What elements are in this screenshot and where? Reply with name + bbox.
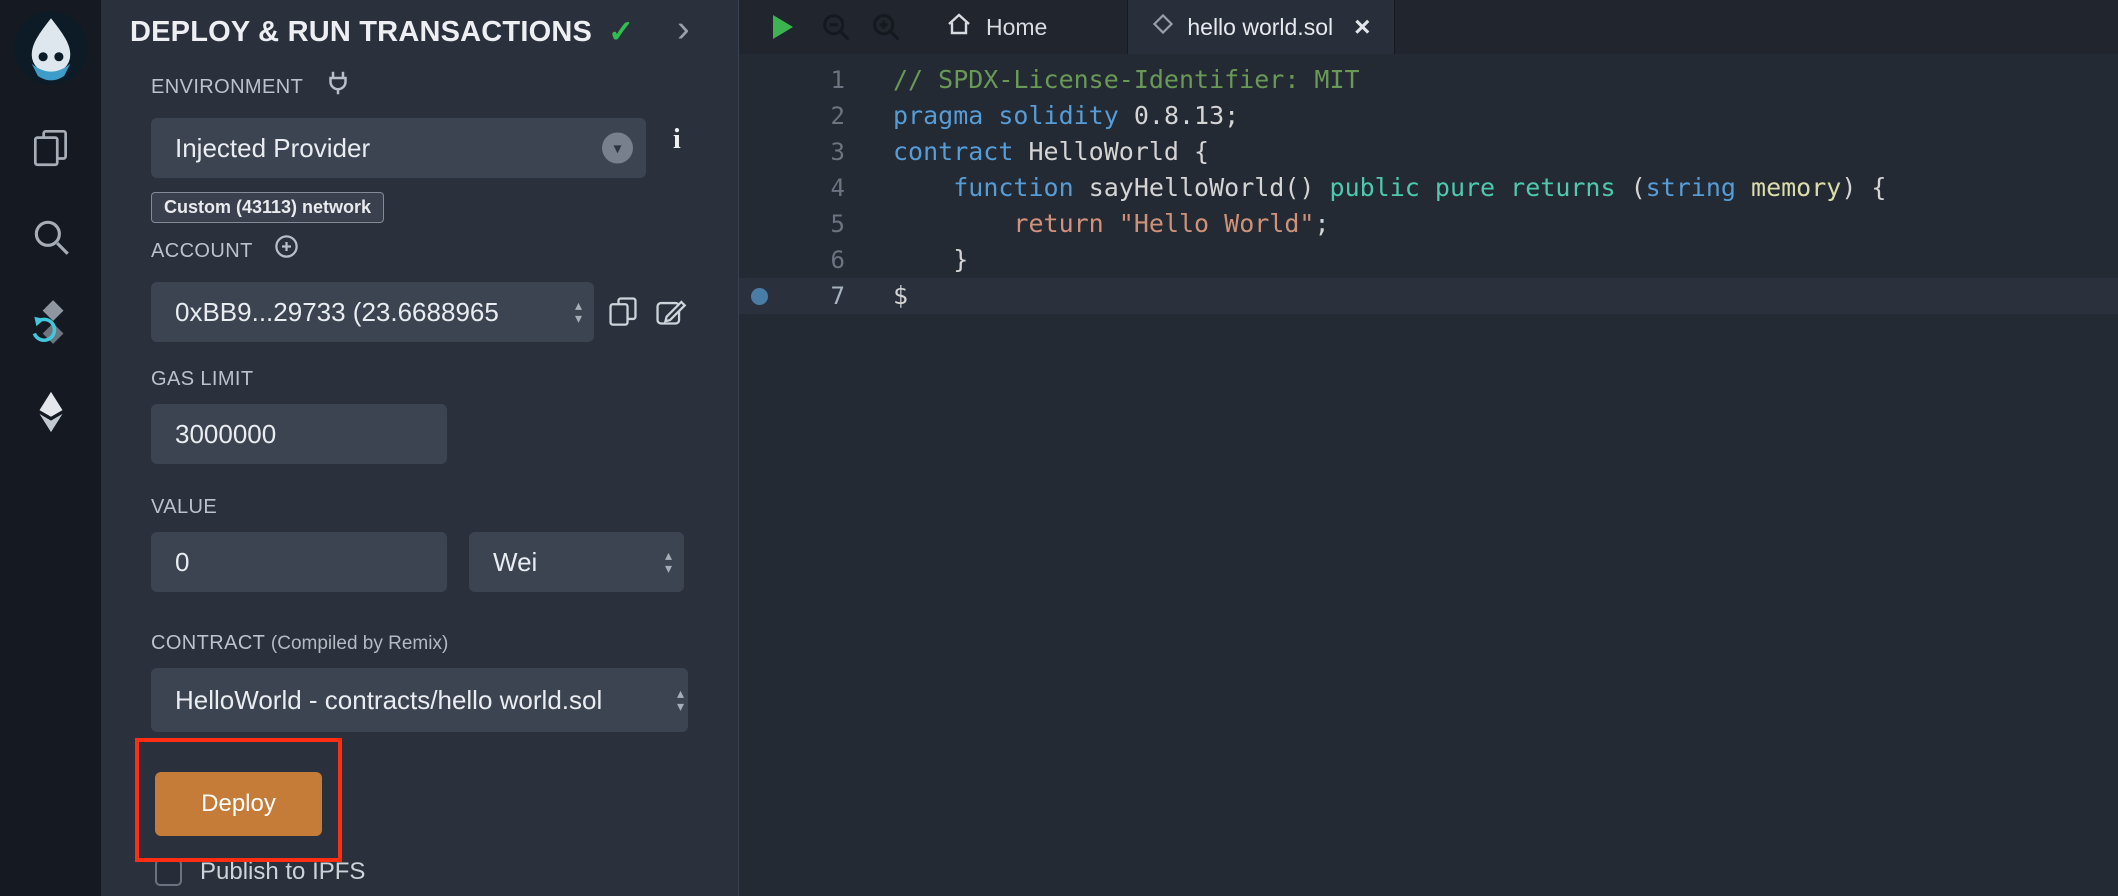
publish-ipfs-label: Publish to IPFS [200,858,365,886]
copy-account-icon[interactable] [606,294,640,333]
zoom-in-icon[interactable] [869,10,903,44]
remix-logo [9,6,93,90]
code-line[interactable]: 6 } [739,242,2118,278]
line-number: 2 [779,98,845,134]
deploy-button[interactable]: Deploy [155,772,322,836]
contract-value: HelloWorld - contracts/hello world.sol [175,685,602,716]
zoom-out-icon[interactable] [819,10,853,44]
line-number: 7 [779,278,845,314]
unit-caret-icon: ▴▾ [665,549,672,575]
info-icon[interactable]: i [673,124,681,156]
code-area: 1// SPDX-License-Identifier: MIT2pragma … [739,54,2118,896]
code-text: $ [845,278,908,314]
account-select[interactable]: 0xBB9...29733 (23.6688965 ▴▾ [151,282,594,342]
file-explorer-icon[interactable] [24,120,78,174]
plug-icon [323,68,353,103]
line-number: 1 [779,62,845,98]
value-input[interactable] [151,532,447,592]
editor-area: Home hello world.sol × 1// SPDX-License-… [739,0,2118,896]
panel-collapse-chevron[interactable]: › [677,8,690,51]
tab-home-label: Home [986,14,1047,41]
contract-caret-icon: ▴▾ [677,687,684,713]
environment-caret-icon: ▾ [602,133,633,164]
account-caret-icon: ▴▾ [575,299,582,325]
environment-label: ENVIRONMENT [151,76,303,99]
breakpoint-dot[interactable] [739,288,779,305]
account-label: ACCOUNT [151,240,253,263]
line-number: 3 [779,134,845,170]
network-badge: Custom (43113) network [151,192,384,223]
code-text: function sayHelloWorld() public pure ret… [845,170,1886,206]
tab-home[interactable]: Home [921,0,1071,54]
home-icon [945,10,973,44]
publish-ipfs-checkbox[interactable] [155,859,182,886]
edit-account-icon[interactable] [653,294,687,333]
add-account-icon[interactable] [273,233,300,265]
code-text: contract HelloWorld { [845,134,1209,170]
run-script-icon[interactable] [765,11,797,43]
code-line[interactable]: 2pragma solidity 0.8.13; [739,98,2118,134]
value-label: VALUE [151,496,217,519]
line-number: 5 [779,206,845,242]
code-line[interactable]: 4 function sayHelloWorld() public pure r… [739,170,2118,206]
code-text: pragma solidity 0.8.13; [845,98,1239,134]
code-line[interactable]: 5 return "Hello World"; [739,206,2118,242]
panel-title: DEPLOY & RUN TRANSACTIONS [130,16,592,49]
tab-hello-world-sol[interactable]: hello world.sol × [1127,0,1395,54]
code-text: } [845,242,968,278]
solidity-compiler-icon[interactable] [24,294,78,348]
code-text: // SPDX-License-Identifier: MIT [845,62,1360,98]
editor-tabbar: Home hello world.sol × [739,0,2118,54]
remix-ide-window: DEPLOY & RUN TRANSACTIONS ✓ › ENVIRONMEN… [0,0,2118,896]
environment-value: Injected Provider [175,133,370,164]
contract-select[interactable]: HelloWorld - contracts/hello world.sol ▴… [151,668,688,732]
environment-select[interactable]: Injected Provider ▾ [151,118,646,178]
gas-limit-label: GAS LIMIT [151,368,254,391]
value-unit-select[interactable]: Wei ▴▾ [469,532,684,592]
search-icon[interactable] [24,210,78,264]
success-check-icon: ✓ [608,14,634,50]
code-line[interactable]: 7$ [739,278,2118,314]
contract-label: CONTRACT (Compiled by Remix) [151,632,448,655]
deploy-run-icon[interactable] [24,385,78,439]
gas-limit-input[interactable] [151,404,447,464]
line-number: 4 [779,170,845,206]
code-line[interactable]: 1// SPDX-License-Identifier: MIT [739,62,2118,98]
tab-file-label: hello world.sol [1187,14,1333,41]
value-unit: Wei [493,547,537,578]
solidity-file-icon [1152,13,1174,41]
account-value: 0xBB9...29733 (23.6688965 [175,297,499,328]
deploy-run-panel: DEPLOY & RUN TRANSACTIONS ✓ › ENVIRONMEN… [101,0,739,896]
line-number: 6 [779,242,845,278]
code-text: return "Hello World"; [845,206,1330,242]
contract-sublabel: (Compiled by Remix) [271,633,448,654]
activity-bar [0,0,101,896]
code-line[interactable]: 3contract HelloWorld { [739,134,2118,170]
close-tab-icon[interactable]: × [1354,11,1370,43]
